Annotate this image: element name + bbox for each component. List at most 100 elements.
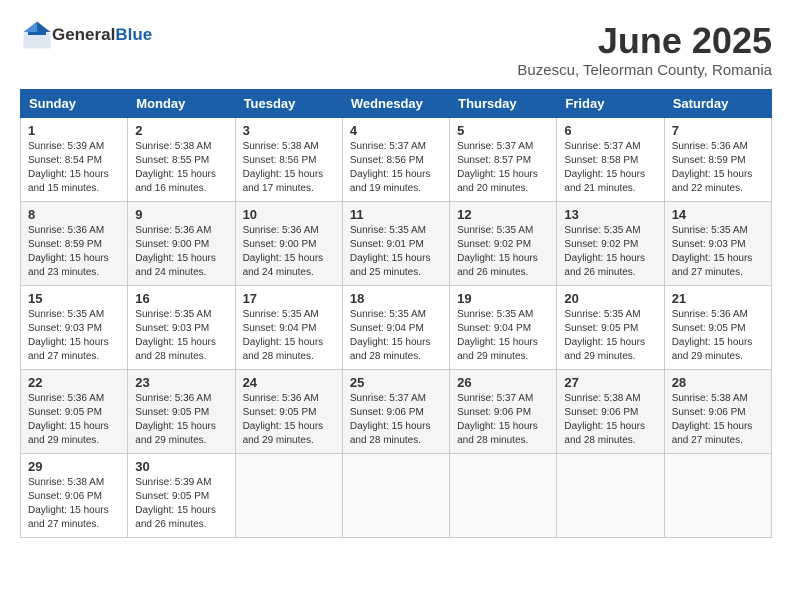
- logo: GeneralBlue: [20, 20, 152, 50]
- calendar-cell: [450, 454, 557, 538]
- day-number: 27: [564, 375, 656, 390]
- day-info: Sunrise: 5:36 AM Sunset: 9:05 PM Dayligh…: [243, 392, 335, 448]
- day-number: 26: [457, 375, 549, 390]
- weekday-header-wednesday: Wednesday: [342, 90, 449, 118]
- calendar-cell: 1 Sunrise: 5:39 AM Sunset: 8:54 PM Dayli…: [21, 118, 128, 202]
- calendar-cell: 24 Sunrise: 5:36 AM Sunset: 9:05 PM Dayl…: [235, 370, 342, 454]
- calendar-week-row: 15 Sunrise: 5:35 AM Sunset: 9:03 PM Dayl…: [21, 286, 772, 370]
- calendar-cell: 10 Sunrise: 5:36 AM Sunset: 9:00 PM Dayl…: [235, 202, 342, 286]
- day-number: 12: [457, 207, 549, 222]
- calendar-cell: 12 Sunrise: 5:35 AM Sunset: 9:02 PM Dayl…: [450, 202, 557, 286]
- calendar-cell: 26 Sunrise: 5:37 AM Sunset: 9:06 PM Dayl…: [450, 370, 557, 454]
- calendar-cell: 16 Sunrise: 5:35 AM Sunset: 9:03 PM Dayl…: [128, 286, 235, 370]
- day-number: 21: [672, 291, 764, 306]
- calendar-week-row: 22 Sunrise: 5:36 AM Sunset: 9:05 PM Dayl…: [21, 370, 772, 454]
- day-number: 8: [28, 207, 120, 222]
- calendar-cell: 21 Sunrise: 5:36 AM Sunset: 9:05 PM Dayl…: [664, 286, 771, 370]
- calendar-cell: [235, 454, 342, 538]
- calendar-cell: [342, 454, 449, 538]
- day-number: 3: [243, 123, 335, 138]
- day-info: Sunrise: 5:38 AM Sunset: 9:06 PM Dayligh…: [28, 476, 120, 532]
- day-number: 18: [350, 291, 442, 306]
- calendar-cell: 20 Sunrise: 5:35 AM Sunset: 9:05 PM Dayl…: [557, 286, 664, 370]
- day-number: 25: [350, 375, 442, 390]
- calendar-table: SundayMondayTuesdayWednesdayThursdayFrid…: [20, 89, 772, 538]
- calendar-cell: 5 Sunrise: 5:37 AM Sunset: 8:57 PM Dayli…: [450, 118, 557, 202]
- day-info: Sunrise: 5:37 AM Sunset: 8:58 PM Dayligh…: [564, 140, 656, 196]
- day-number: 16: [135, 291, 227, 306]
- calendar-cell: 6 Sunrise: 5:37 AM Sunset: 8:58 PM Dayli…: [557, 118, 664, 202]
- calendar-cell: 8 Sunrise: 5:36 AM Sunset: 8:59 PM Dayli…: [21, 202, 128, 286]
- day-number: 6: [564, 123, 656, 138]
- calendar-cell: 30 Sunrise: 5:39 AM Sunset: 9:05 PM Dayl…: [128, 454, 235, 538]
- day-number: 5: [457, 123, 549, 138]
- title-section: June 2025 Buzescu, Teleorman County, Rom…: [517, 20, 772, 79]
- day-number: 29: [28, 459, 120, 474]
- location-title: Buzescu, Teleorman County, Romania: [517, 62, 772, 79]
- day-number: 4: [350, 123, 442, 138]
- calendar-cell: 28 Sunrise: 5:38 AM Sunset: 9:06 PM Dayl…: [664, 370, 771, 454]
- calendar-cell: 19 Sunrise: 5:35 AM Sunset: 9:04 PM Dayl…: [450, 286, 557, 370]
- day-info: Sunrise: 5:39 AM Sunset: 9:05 PM Dayligh…: [135, 476, 227, 532]
- day-info: Sunrise: 5:37 AM Sunset: 8:56 PM Dayligh…: [350, 140, 442, 196]
- calendar-cell: [664, 454, 771, 538]
- day-info: Sunrise: 5:38 AM Sunset: 8:56 PM Dayligh…: [243, 140, 335, 196]
- day-info: Sunrise: 5:35 AM Sunset: 9:05 PM Dayligh…: [564, 308, 656, 364]
- calendar-cell: 2 Sunrise: 5:38 AM Sunset: 8:55 PM Dayli…: [128, 118, 235, 202]
- day-info: Sunrise: 5:38 AM Sunset: 9:06 PM Dayligh…: [564, 392, 656, 448]
- day-info: Sunrise: 5:35 AM Sunset: 9:04 PM Dayligh…: [243, 308, 335, 364]
- day-number: 22: [28, 375, 120, 390]
- calendar-week-row: 1 Sunrise: 5:39 AM Sunset: 8:54 PM Dayli…: [21, 118, 772, 202]
- day-number: 2: [135, 123, 227, 138]
- day-number: 20: [564, 291, 656, 306]
- day-info: Sunrise: 5:35 AM Sunset: 9:03 PM Dayligh…: [672, 224, 764, 280]
- day-info: Sunrise: 5:36 AM Sunset: 9:05 PM Dayligh…: [672, 308, 764, 364]
- month-title: June 2025: [517, 20, 772, 62]
- calendar-cell: 11 Sunrise: 5:35 AM Sunset: 9:01 PM Dayl…: [342, 202, 449, 286]
- calendar-cell: 9 Sunrise: 5:36 AM Sunset: 9:00 PM Dayli…: [128, 202, 235, 286]
- calendar-cell: 15 Sunrise: 5:35 AM Sunset: 9:03 PM Dayl…: [21, 286, 128, 370]
- calendar-week-row: 8 Sunrise: 5:36 AM Sunset: 8:59 PM Dayli…: [21, 202, 772, 286]
- day-info: Sunrise: 5:35 AM Sunset: 9:04 PM Dayligh…: [350, 308, 442, 364]
- day-number: 14: [672, 207, 764, 222]
- weekday-header-thursday: Thursday: [450, 90, 557, 118]
- day-info: Sunrise: 5:37 AM Sunset: 9:06 PM Dayligh…: [350, 392, 442, 448]
- day-number: 28: [672, 375, 764, 390]
- day-info: Sunrise: 5:36 AM Sunset: 9:05 PM Dayligh…: [28, 392, 120, 448]
- calendar-cell: 25 Sunrise: 5:37 AM Sunset: 9:06 PM Dayl…: [342, 370, 449, 454]
- calendar-cell: 13 Sunrise: 5:35 AM Sunset: 9:02 PM Dayl…: [557, 202, 664, 286]
- day-number: 13: [564, 207, 656, 222]
- weekday-header-row: SundayMondayTuesdayWednesdayThursdayFrid…: [21, 90, 772, 118]
- day-info: Sunrise: 5:36 AM Sunset: 9:00 PM Dayligh…: [135, 224, 227, 280]
- page-header: GeneralBlue June 2025 Buzescu, Teleorman…: [20, 20, 772, 79]
- day-info: Sunrise: 5:35 AM Sunset: 9:02 PM Dayligh…: [457, 224, 549, 280]
- day-number: 17: [243, 291, 335, 306]
- day-info: Sunrise: 5:35 AM Sunset: 9:02 PM Dayligh…: [564, 224, 656, 280]
- weekday-header-saturday: Saturday: [664, 90, 771, 118]
- calendar-cell: 22 Sunrise: 5:36 AM Sunset: 9:05 PM Dayl…: [21, 370, 128, 454]
- day-number: 11: [350, 207, 442, 222]
- calendar-week-row: 29 Sunrise: 5:38 AM Sunset: 9:06 PM Dayl…: [21, 454, 772, 538]
- day-info: Sunrise: 5:36 AM Sunset: 8:59 PM Dayligh…: [28, 224, 120, 280]
- calendar-cell: 3 Sunrise: 5:38 AM Sunset: 8:56 PM Dayli…: [235, 118, 342, 202]
- calendar-cell: 17 Sunrise: 5:35 AM Sunset: 9:04 PM Dayl…: [235, 286, 342, 370]
- day-number: 23: [135, 375, 227, 390]
- logo-icon: [22, 20, 52, 50]
- day-info: Sunrise: 5:35 AM Sunset: 9:01 PM Dayligh…: [350, 224, 442, 280]
- day-number: 10: [243, 207, 335, 222]
- day-info: Sunrise: 5:37 AM Sunset: 8:57 PM Dayligh…: [457, 140, 549, 196]
- calendar-cell: [557, 454, 664, 538]
- day-info: Sunrise: 5:36 AM Sunset: 9:05 PM Dayligh…: [135, 392, 227, 448]
- calendar-cell: 27 Sunrise: 5:38 AM Sunset: 9:06 PM Dayl…: [557, 370, 664, 454]
- logo-text: GeneralBlue: [52, 25, 152, 45]
- day-info: Sunrise: 5:39 AM Sunset: 8:54 PM Dayligh…: [28, 140, 120, 196]
- day-info: Sunrise: 5:35 AM Sunset: 9:03 PM Dayligh…: [28, 308, 120, 364]
- day-number: 24: [243, 375, 335, 390]
- day-info: Sunrise: 5:36 AM Sunset: 9:00 PM Dayligh…: [243, 224, 335, 280]
- calendar-cell: 4 Sunrise: 5:37 AM Sunset: 8:56 PM Dayli…: [342, 118, 449, 202]
- day-number: 19: [457, 291, 549, 306]
- weekday-header-tuesday: Tuesday: [235, 90, 342, 118]
- weekday-header-monday: Monday: [128, 90, 235, 118]
- weekday-header-sunday: Sunday: [21, 90, 128, 118]
- weekday-header-friday: Friday: [557, 90, 664, 118]
